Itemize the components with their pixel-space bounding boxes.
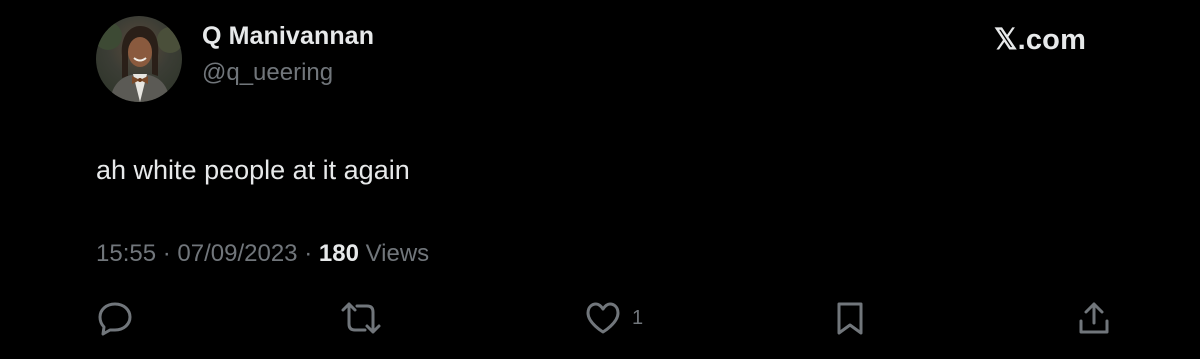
tweet-time[interactable]: 15:55: [96, 240, 156, 267]
avatar[interactable]: [96, 16, 182, 102]
share-button[interactable]: [1076, 300, 1112, 336]
views-label: Views: [365, 240, 430, 267]
share-icon: [1076, 300, 1112, 336]
author-display-name[interactable]: Q Manivannan: [202, 22, 374, 51]
bookmark-button[interactable]: [834, 300, 866, 336]
like-count: 1: [632, 306, 644, 329]
heart-icon: [584, 300, 622, 336]
avatar-portrait-image: [96, 22, 182, 102]
retweet-icon: [340, 300, 382, 336]
retweet-button[interactable]: [340, 300, 382, 336]
tweet-card: Q Manivannan @q_ueering 𝕏.com ah white p…: [0, 0, 1200, 359]
reply-button[interactable]: [96, 300, 134, 336]
x-com-watermark: 𝕏.com: [994, 24, 1087, 56]
tweet-text: ah white people at it again: [96, 155, 410, 185]
meta-separator: ·: [162, 240, 171, 267]
like-button[interactable]: 1: [584, 300, 643, 336]
tweet-date[interactable]: 07/09/2023: [177, 240, 297, 267]
tweet-metadata: 15:55 · 07/09/2023 · 180 Views: [96, 240, 429, 268]
bookmark-icon: [834, 300, 866, 336]
meta-separator: ·: [304, 240, 313, 267]
author-handle[interactable]: @q_ueering: [202, 59, 333, 87]
reply-icon: [96, 300, 134, 336]
views-count: 180: [318, 240, 359, 267]
